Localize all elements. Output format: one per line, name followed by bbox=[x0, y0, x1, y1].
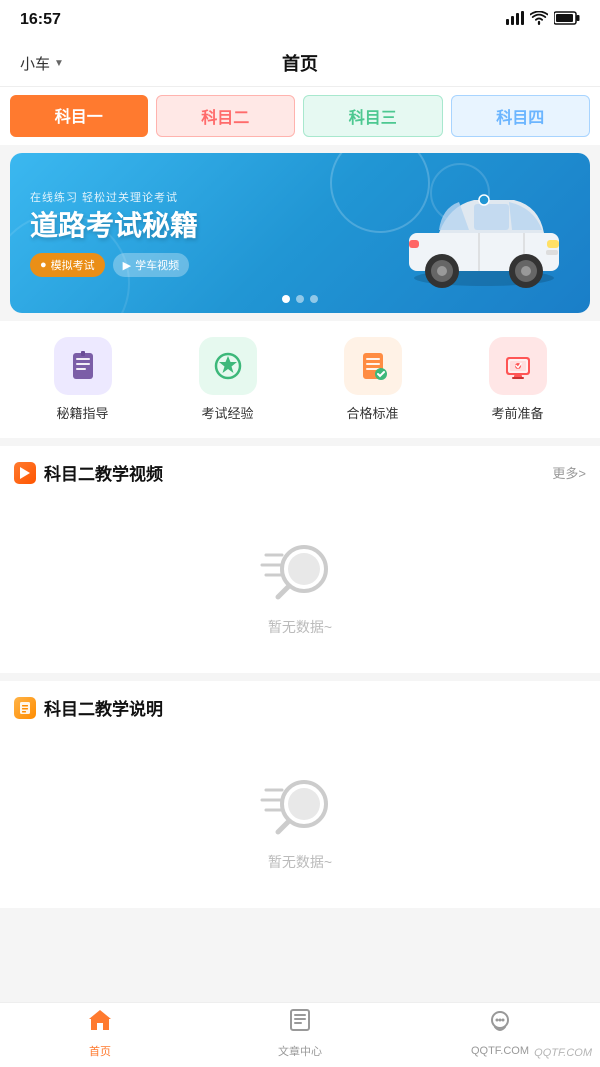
kaoshi-icon bbox=[199, 337, 257, 395]
header-vehicle-selector[interactable]: 小车 ▼ bbox=[20, 53, 64, 74]
doc-section: 科目二教学说明 暂无数据~ bbox=[0, 681, 600, 908]
hege-icon bbox=[344, 337, 402, 395]
home-icon bbox=[87, 1007, 113, 1040]
miji-label: 秘籍指导 bbox=[56, 403, 108, 422]
subject-tab-2[interactable]: 科目二 bbox=[156, 95, 296, 137]
video-section-header: 科目二教学视频 更多> bbox=[14, 446, 586, 495]
video-section-more[interactable]: 更多> bbox=[552, 463, 586, 482]
banner-title: 道路考试秘籍 bbox=[30, 211, 570, 242]
banner-dot-1[interactable] bbox=[282, 295, 290, 303]
nav-label-home: 首页 bbox=[89, 1043, 111, 1059]
mock-btn-icon: ● bbox=[40, 259, 47, 271]
video-empty-icon bbox=[260, 525, 340, 605]
header: 小车 ▼ 首页 bbox=[0, 40, 600, 87]
kaoqian-label: 考前准备 bbox=[491, 403, 543, 422]
hege-label: 合格标准 bbox=[346, 403, 398, 422]
banner-dot-2[interactable] bbox=[296, 295, 304, 303]
nav-label-article: 文章中心 bbox=[278, 1043, 322, 1059]
icon-item-kaoshi[interactable]: 考试经验 bbox=[199, 337, 257, 422]
wifi-icon bbox=[530, 11, 548, 30]
video-btn-icon: ▶ bbox=[123, 259, 131, 272]
signal-icon bbox=[506, 11, 524, 30]
video-empty-state: 暂无数据~ bbox=[14, 495, 586, 673]
nav-item-article[interactable]: 文章中心 bbox=[200, 1003, 400, 1067]
vehicle-label: 小车 bbox=[20, 53, 50, 74]
banner-btn-video[interactable]: ▶ 学车视频 bbox=[113, 253, 189, 277]
subject-tab-4[interactable]: 科目四 bbox=[451, 95, 591, 137]
watermark: QQTF.COM bbox=[534, 1047, 592, 1059]
status-time: 16:57 bbox=[20, 11, 61, 29]
bottom-nav: 首页 文章中心 QQTF.COM bbox=[0, 1002, 600, 1067]
video-section-icon bbox=[14, 462, 36, 484]
icon-item-hege[interactable]: 合格标准 bbox=[344, 337, 402, 422]
banner-dot-3[interactable] bbox=[310, 295, 318, 303]
page-title: 首页 bbox=[282, 50, 318, 76]
battery-icon bbox=[554, 11, 580, 30]
doc-empty-state: 暂无数据~ bbox=[14, 730, 586, 908]
banner-btn-mock[interactable]: ● 模拟考试 bbox=[30, 253, 105, 277]
status-bar: 16:57 bbox=[0, 0, 600, 40]
icon-grid: 秘籍指导 考试经验 合格标准 bbox=[0, 321, 600, 438]
miji-icon bbox=[54, 337, 112, 395]
banner-dots bbox=[282, 295, 318, 303]
doc-empty-icon bbox=[260, 760, 340, 840]
banner[interactable]: 在线练习 轻松过关理论考试 道路考试秘籍 ● 模拟考试 ▶ 学车视频 bbox=[10, 153, 590, 313]
community-icon bbox=[487, 1009, 513, 1042]
status-icons bbox=[506, 11, 580, 30]
nav-label-community: QQTF.COM bbox=[471, 1045, 529, 1057]
banner-subtitle: 在线练习 轻松过关理论考试 bbox=[30, 189, 570, 205]
doc-section-icon bbox=[14, 697, 36, 719]
article-icon bbox=[287, 1007, 313, 1040]
icon-item-kaoqian[interactable]: 考前准备 bbox=[489, 337, 547, 422]
video-section-title: 科目二教学视频 bbox=[14, 460, 163, 485]
doc-section-header: 科目二教学说明 bbox=[14, 681, 586, 730]
kaoqian-icon bbox=[489, 337, 547, 395]
doc-section-title: 科目二教学说明 bbox=[14, 695, 163, 720]
kaoshi-label: 考试经验 bbox=[201, 403, 253, 422]
subject-tabs: 科目一 科目二 科目三 科目四 bbox=[0, 87, 600, 145]
doc-empty-text: 暂无数据~ bbox=[268, 852, 332, 872]
subject-tab-1[interactable]: 科目一 bbox=[10, 95, 148, 137]
video-empty-text: 暂无数据~ bbox=[268, 617, 332, 637]
video-section: 科目二教学视频 更多> 暂无数据~ bbox=[0, 446, 600, 673]
icon-item-miji[interactable]: 秘籍指导 bbox=[54, 337, 112, 422]
banner-buttons: ● 模拟考试 ▶ 学车视频 bbox=[30, 253, 570, 277]
nav-item-home[interactable]: 首页 bbox=[0, 1003, 200, 1067]
dropdown-arrow-icon: ▼ bbox=[54, 58, 64, 69]
banner-content: 在线练习 轻松过关理论考试 道路考试秘籍 ● 模拟考试 ▶ 学车视频 bbox=[30, 189, 570, 278]
subject-tab-3[interactable]: 科目三 bbox=[303, 95, 443, 137]
